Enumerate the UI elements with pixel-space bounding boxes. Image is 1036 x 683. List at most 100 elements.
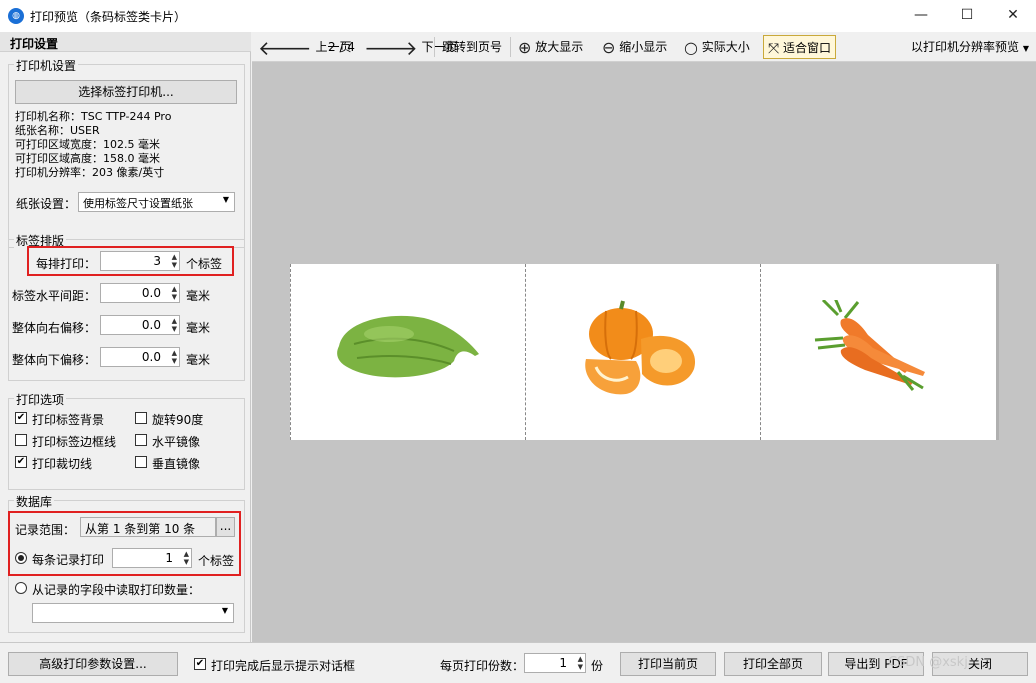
rotate-90-label: 旋转90度: [152, 413, 204, 427]
per-record-label: 每条记录打印: [32, 553, 105, 567]
paper-name-info: 纸张名称：USER: [15, 124, 100, 137]
settings-panel: 打印设置 打印机设置 选择标签打印机... 打印机名称：TSC TTP-244 …: [0, 32, 251, 642]
offset-right-stepper[interactable]: 0.0 ▲ ▼: [100, 315, 180, 335]
carrot-image: [814, 300, 925, 391]
show-dialog-label: 打印完成后显示提示对话框: [211, 659, 356, 673]
close-window-button[interactable]: ✕: [990, 0, 1036, 30]
fit-window-icon: ⤧: [768, 40, 780, 57]
print-current-button[interactable]: 打印当前页: [620, 652, 716, 676]
actual-size-label: 实际大小: [701, 40, 750, 54]
h-spacing-stepper[interactable]: 0.0 ▲ ▼: [100, 283, 180, 303]
per-record-value: 1: [165, 551, 173, 565]
zoom-in-label: 放大显示: [535, 40, 584, 54]
paper-setting-dropdown[interactable]: 使用标签尺寸设置纸张 ▼: [78, 192, 235, 212]
maximize-button[interactable]: ☐: [944, 0, 990, 30]
spin-arrows-icon[interactable]: ▲ ▼: [172, 317, 177, 333]
spin-arrows-icon[interactable]: ▲ ▼: [172, 285, 177, 301]
chevron-down-icon: ▼: [222, 195, 229, 204]
spin-arrows-icon[interactable]: ▲ ▼: [172, 253, 177, 269]
bottom-bar: 高级打印参数设置... ✔ 打印完成后显示提示对话框 每页打印份数： 1 ▲ ▼ …: [0, 642, 1036, 683]
print-all-button[interactable]: 打印全部页: [724, 652, 822, 676]
h-spacing-value: 0.0: [141, 286, 161, 300]
per-record-unit: 个标签: [198, 554, 235, 568]
h-mirror-checkbox[interactable]: 水平镜像: [135, 433, 200, 450]
fit-window-button[interactable]: ⤧ 适合窗口: [763, 35, 837, 59]
select-printer-button[interactable]: 选择标签打印机...: [15, 80, 237, 104]
preview-area: [252, 62, 1036, 642]
offset-down-unit: 毫米: [186, 353, 211, 367]
page-indicator: 2 / 4: [328, 40, 355, 54]
per-record-stepper[interactable]: 1 ▲ ▼: [112, 548, 192, 568]
h-spacing-label: 标签水平间距：: [12, 289, 97, 303]
zoom-in-button[interactable]: ⊕ 放大显示: [518, 35, 583, 59]
resolution-preview-dropdown[interactable]: 以打印机分辨率预览 ▼: [911, 35, 1029, 59]
spin-arrows-icon[interactable]: ▲ ▼: [172, 349, 177, 365]
actual-size-button[interactable]: ○ 实际大小: [684, 35, 750, 59]
resolution-preview-label: 以打印机分辨率预览: [911, 40, 1020, 54]
copies-stepper[interactable]: 1 ▲ ▼: [524, 653, 586, 673]
zoom-in-icon: ⊕: [518, 37, 532, 57]
per-row-label: 每排打印：: [36, 257, 97, 271]
zoom-out-button[interactable]: ⊖ 缩小显示: [602, 35, 667, 59]
record-range-value: 从第 1 条到第 10 条: [85, 522, 196, 536]
copies-label: 每页打印份数：: [440, 659, 525, 673]
record-range-browse-button[interactable]: ...: [216, 517, 235, 537]
checkbox-checked-icon: ✔: [15, 456, 27, 468]
print-background-checkbox[interactable]: ✔ 打印标签背景: [15, 411, 104, 428]
paper-setting-label: 纸张设置：: [16, 197, 77, 211]
offset-down-value: 0.0: [141, 350, 161, 364]
checkbox-icon: [15, 434, 27, 446]
paper-setting-value: 使用标签尺寸设置纸张: [83, 197, 193, 210]
fit-window-label: 适合窗口: [783, 41, 832, 55]
preview-page: [290, 264, 996, 440]
caret-down-icon: ▼: [1022, 44, 1029, 53]
title-bar: ◍ 打印预览（条码标签类卡片） — ☐ ✕: [0, 0, 1036, 32]
printable-width-info: 可打印区域宽度：102.5 毫米: [15, 138, 160, 151]
show-dialog-checkbox[interactable]: ✔ 打印完成后显示提示对话框: [194, 657, 355, 674]
rotate-90-checkbox[interactable]: 旋转90度: [135, 411, 203, 428]
magnifier-icon: ○: [684, 37, 698, 57]
offset-right-label: 整体向右偏移：: [12, 321, 97, 335]
checkbox-icon: [135, 434, 147, 446]
h-mirror-label: 水平镜像: [152, 435, 201, 449]
toolbar-divider: [434, 37, 435, 57]
offset-down-label: 整体向下偏移：: [12, 353, 97, 367]
record-range-field: 从第 1 条到第 10 条: [80, 517, 216, 537]
per-record-radio[interactable]: 每条记录打印: [15, 551, 104, 568]
label-cell: [290, 264, 525, 440]
radio-selected-icon: [15, 552, 27, 564]
per-row-stepper[interactable]: 3 ▲ ▼: [100, 251, 180, 271]
zoom-out-icon: ⊖: [602, 37, 616, 57]
v-mirror-checkbox[interactable]: 垂直镜像: [135, 455, 200, 472]
goto-page-button[interactable]: 跳转到页号: [442, 35, 502, 59]
minimize-button[interactable]: —: [898, 0, 944, 30]
printer-settings-title: 打印机设置: [14, 57, 79, 74]
offset-down-stepper[interactable]: 0.0 ▲ ▼: [100, 347, 180, 367]
field-select-dropdown[interactable]: ▼: [32, 603, 234, 623]
per-row-unit: 个标签: [186, 257, 223, 271]
checkbox-checked-icon: ✔: [194, 658, 206, 670]
label-cell: [760, 264, 995, 440]
print-cutline-checkbox[interactable]: ✔ 打印裁切线: [15, 455, 92, 472]
advanced-settings-button[interactable]: 高级打印参数设置...: [8, 652, 178, 676]
print-options-title: 打印选项: [14, 391, 67, 408]
printable-height-info: 可打印区域高度：158.0 毫米: [15, 152, 160, 165]
spin-arrows-icon[interactable]: ▲ ▼: [184, 550, 189, 566]
print-cutline-label: 打印裁切线: [32, 457, 93, 471]
settings-panel-header: 打印设置: [0, 32, 251, 52]
print-border-checkbox[interactable]: 打印标签边框线: [15, 433, 116, 450]
checkbox-icon: [135, 412, 147, 424]
radio-icon: [15, 582, 27, 594]
chayote-image: [337, 315, 479, 378]
arrow-right-icon: 🡒: [364, 35, 418, 60]
field-count-radio[interactable]: 从记录的字段中读取打印数量：: [15, 581, 200, 598]
preview-toolbar: 🡐 上一页 2 / 4 🡒 下一页 跳转到页号 ⊕ 放大显示 ⊖ 缩小显示 ○ …: [252, 32, 1036, 62]
pumpkin-image: [585, 300, 696, 395]
h-spacing-unit: 毫米: [186, 289, 211, 303]
print-border-label: 打印标签边框线: [32, 435, 117, 449]
v-mirror-label: 垂直镜像: [152, 457, 201, 471]
printer-resolution-info: 打印机分辨率：203 像素/英寸: [15, 166, 165, 179]
record-range-label: 记录范围：: [15, 523, 76, 537]
copies-unit: 份: [591, 659, 604, 673]
spin-arrows-icon[interactable]: ▲ ▼: [578, 655, 583, 671]
